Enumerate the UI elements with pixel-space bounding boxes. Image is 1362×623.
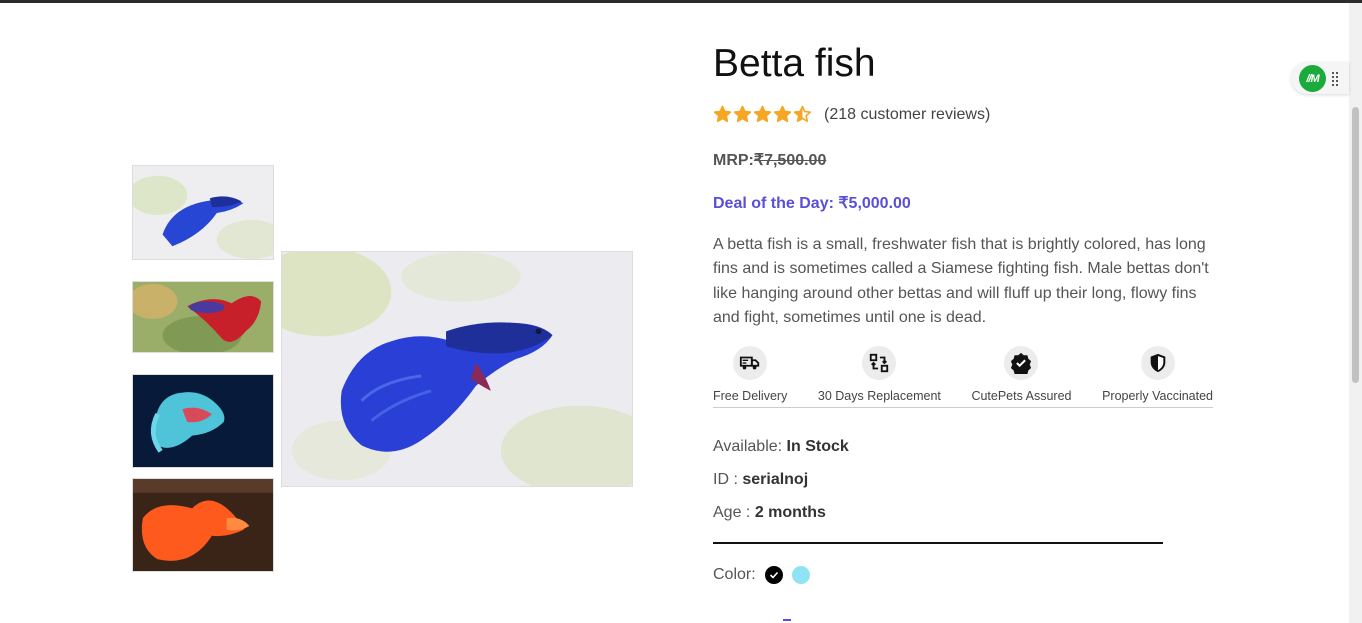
feature-replacement: 30 Days Replacement — [818, 346, 941, 407]
star-half-icon — [793, 105, 812, 122]
star-full-icon — [753, 105, 772, 122]
feature-assured: CutePets Assured — [971, 346, 1072, 407]
review-count-link[interactable]: (218 customer reviews) — [824, 106, 990, 124]
id-label: ID : — [713, 471, 743, 488]
feature-vaccinated: Properly Vaccinated — [1102, 346, 1213, 407]
star-full-icon — [773, 105, 792, 122]
product-description: A betta fish is a small, freshwater fish… — [713, 236, 1209, 326]
product-rating: (218 customer reviews) — [713, 105, 990, 124]
mrp-price: MRP:₹7,500.00 — [713, 150, 826, 170]
age-value: 2 months — [754, 504, 826, 521]
availability: Available: In Stock — [713, 438, 849, 456]
star-full-icon — [713, 105, 732, 122]
page-scrollbar[interactable] — [1349, 3, 1362, 623]
product-id: ID : serialnoj — [713, 471, 808, 489]
section-divider — [713, 542, 1163, 544]
product-title: Betta fish — [713, 42, 876, 85]
rating-stars — [713, 105, 812, 124]
thumbnail-image — [133, 282, 273, 352]
feature-label: CutePets Assured — [971, 389, 1072, 403]
quantity-decrease-button[interactable] — [783, 619, 791, 621]
color-selector: Color: — [713, 566, 810, 584]
feature-list: Free Delivery 30 Days Replacement CutePe… — [713, 346, 1213, 408]
quantity-row — [713, 612, 913, 623]
assured-badge-icon — [1004, 346, 1039, 380]
id-value: serialnoj — [742, 471, 809, 488]
main-product-image[interactable] — [281, 251, 633, 487]
feature-label: 30 Days Replacement — [817, 389, 941, 403]
color-swatch-black[interactable] — [764, 566, 783, 584]
feature-free-delivery: Free Delivery — [713, 346, 787, 407]
gallery-thumbnail-blue-betta[interactable] — [132, 165, 274, 260]
mrp-label: MRP: — [713, 152, 754, 169]
feature-label: Free Delivery — [713, 389, 788, 403]
betta-fish-image — [282, 252, 632, 486]
thumbnail-image — [133, 375, 273, 467]
deal-price: Deal of the Day: ₹5,000.00 — [713, 195, 911, 212]
color-swatch-light-blue[interactable] — [791, 566, 810, 584]
gallery-thumbnail-turquoise-betta[interactable] — [132, 374, 274, 468]
product-age: Age : 2 months — [713, 504, 826, 522]
gallery-thumbnail-orange-betta[interactable] — [132, 478, 274, 572]
availability-label: Available: — [713, 438, 787, 455]
mrp-value: ₹7,500.00 — [753, 152, 827, 169]
color-label: Color: — [713, 566, 756, 583]
extension-widget[interactable]: //M — [1291, 62, 1349, 94]
browser-top-border — [0, 0, 1362, 3]
availability-value: In Stock — [786, 438, 849, 455]
gallery-thumbnail-red-betta[interactable] — [132, 281, 274, 353]
shield-icon — [1140, 346, 1175, 380]
extension-logo-icon[interactable]: //M — [1299, 65, 1326, 92]
scrollbar-thumb[interactable] — [1352, 107, 1359, 383]
feature-label: Properly Vaccinated — [1102, 389, 1213, 403]
check-icon — [769, 571, 778, 579]
thumbnail-image — [133, 479, 273, 571]
star-full-icon — [733, 105, 752, 122]
drag-handle-icon[interactable] — [1332, 72, 1338, 86]
age-label: Age : — [713, 504, 755, 521]
thumbnail-image — [133, 166, 273, 259]
replacement-icon — [862, 346, 897, 380]
truck-icon — [733, 346, 768, 380]
